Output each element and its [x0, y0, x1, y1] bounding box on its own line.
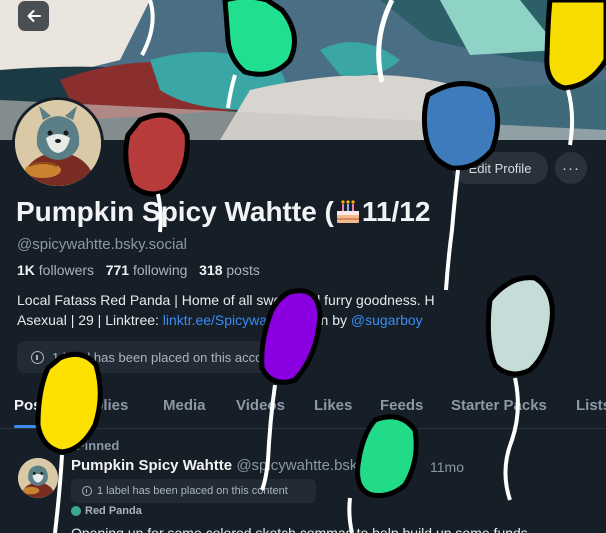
avatar-illustration: [15, 100, 101, 186]
profile-bio: Local Fatass Red Panda | Home of all swe…: [17, 290, 597, 330]
bio-line-2-mid: | Icon by: [290, 312, 351, 328]
self-label-text: Red Panda: [85, 505, 142, 517]
tab-feeds[interactable]: Feeds: [380, 397, 423, 414]
followers-count: 1K: [17, 262, 35, 278]
tab-videos[interactable]: Videos: [236, 397, 285, 414]
display-name-text: Pumpkin Spicy Wahtte (: [16, 196, 334, 227]
post-author-avatar[interactable]: [18, 458, 58, 498]
tab-media[interactable]: Media: [163, 397, 206, 414]
tab-posts[interactable]: Posts: [14, 397, 55, 414]
followers-link[interactable]: 1K followers: [17, 262, 94, 278]
tab-likes[interactable]: Likes: [314, 397, 352, 414]
back-button[interactable]: [18, 1, 49, 31]
posts-stat: 318 posts: [199, 262, 260, 278]
tab-replies[interactable]: Replies: [75, 397, 128, 414]
post-header: Pumpkin Spicy Wahtte @spicywahtte.bsky.s…: [71, 457, 406, 474]
post-timestamp[interactable]: 11mo: [430, 459, 464, 475]
bio-mention-link[interactable]: @sugarboy: [351, 312, 423, 328]
profile-stats: 1K followers 771 following 318 posts: [17, 262, 260, 278]
account-label-notice[interactable]: 1 label has been placed on this account: [17, 341, 277, 373]
posts-label: posts: [226, 262, 260, 278]
post-label-text: 1 label has been placed on this content: [97, 485, 288, 497]
self-label-icon: [71, 506, 81, 516]
active-tab-indicator: [14, 425, 52, 428]
edit-profile-button[interactable]: Edit Profile: [452, 152, 548, 184]
post-author-name[interactable]: Pumpkin Spicy Wahtte: [71, 457, 232, 474]
following-label: following: [132, 262, 188, 278]
bio-linktree-link[interactable]: linktr.ee/Spicywahtte: [163, 312, 291, 328]
display-name: Pumpkin Spicy Wahtte ( 11/12: [16, 196, 430, 228]
info-icon: [82, 486, 92, 496]
account-label-text: 1 label has been placed on this account: [52, 349, 277, 365]
profile-handle: @spicywahtte.bsky.social: [17, 236, 188, 253]
display-name-suffix: 11/12: [361, 196, 431, 227]
tab-lists[interactable]: Lists: [576, 397, 606, 414]
birthday-cake-icon: [336, 200, 359, 223]
tab-starter-packs[interactable]: Starter Packs: [451, 397, 547, 414]
following-link[interactable]: 771 following: [106, 262, 188, 278]
following-count: 771: [105, 262, 130, 278]
arrow-left-icon: [27, 10, 41, 22]
post-avatar-illustration: [18, 458, 58, 498]
profile-avatar[interactable]: [12, 97, 104, 189]
post-label-notice[interactable]: 1 label has been placed on this content: [71, 479, 316, 503]
bio-line-2-prefix: Asexual | 29 | Linktree:: [17, 312, 163, 328]
balloon-green-bottom: [347, 414, 419, 533]
post-body-text: Opening up for some colored sketch comma…: [71, 525, 528, 533]
post-author-handle[interactable]: @spicywahtte.bsky.social: [236, 457, 406, 474]
posts-count: 318: [199, 262, 223, 278]
pinned-label: Pinned: [76, 438, 120, 453]
bio-line-1: Local Fatass Red Panda | Home of all swe…: [17, 292, 435, 308]
bio-line-2: Asexual | 29 | Linktree: linktr.ee/Spicy…: [17, 310, 597, 330]
info-icon: [31, 350, 44, 364]
followers-label: followers: [38, 262, 95, 278]
profile-tabs: Posts Replies Media Videos Likes Feeds S…: [0, 385, 606, 429]
self-label-tag: Red Panda: [71, 505, 142, 517]
more-options-button[interactable]: ···: [555, 152, 587, 184]
